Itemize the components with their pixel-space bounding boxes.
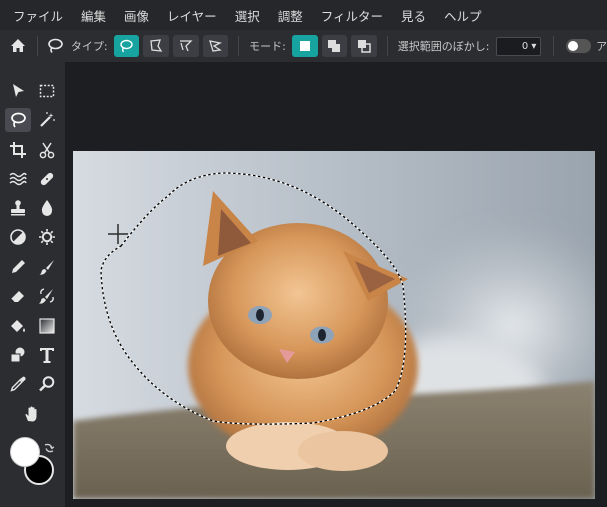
separator <box>553 36 555 56</box>
home-icon <box>11 39 26 52</box>
add-selection-icon <box>328 40 341 52</box>
half-circle-icon <box>10 229 26 245</box>
arrow-cursor-icon <box>13 84 24 97</box>
eyedropper-tool[interactable] <box>5 372 31 396</box>
type-polygon-button[interactable] <box>143 35 169 57</box>
brush-tool[interactable] <box>34 255 60 279</box>
swap-colors-icon[interactable] <box>42 441 56 455</box>
menu-image[interactable]: 画像 <box>124 6 149 25</box>
marquee-icon <box>39 84 55 98</box>
type-magnetic-button[interactable] <box>172 35 199 57</box>
magic-wand-tool[interactable] <box>34 108 60 132</box>
canvas[interactable] <box>73 151 595 499</box>
menu-edit[interactable]: 編集 <box>81 6 106 25</box>
menu-layer[interactable]: レイヤー <box>167 6 217 25</box>
text-icon <box>40 348 54 363</box>
hand-icon <box>25 406 37 422</box>
move-tool[interactable] <box>5 79 31 103</box>
scissors-icon <box>39 142 55 159</box>
mode-new-button[interactable] <box>291 35 318 57</box>
shape-tool[interactable] <box>5 343 31 367</box>
menu-select[interactable]: 選択 <box>235 6 260 25</box>
paint-bucket-icon <box>11 320 25 332</box>
bucket-tool[interactable] <box>5 314 31 338</box>
sponge-tool[interactable] <box>34 225 60 249</box>
polygon-lasso-icon <box>150 39 163 52</box>
menu-file[interactable]: ファイル <box>13 6 63 25</box>
mode-label: モード: <box>249 40 286 53</box>
anti-alias-toggle[interactable] <box>566 39 592 53</box>
hand-tool[interactable] <box>19 402 45 426</box>
droplet-icon <box>41 200 53 216</box>
workspace <box>65 62 607 507</box>
brush-icon <box>39 260 54 275</box>
magnetic-lasso-icon <box>179 40 193 52</box>
home-button[interactable] <box>8 35 29 57</box>
text-tool[interactable] <box>34 343 60 367</box>
separator <box>238 36 240 56</box>
separator <box>36 36 38 56</box>
menu-filter[interactable]: フィルター <box>321 6 383 25</box>
stamp-tool[interactable] <box>5 196 31 220</box>
crop-icon <box>10 142 26 158</box>
color-replace-tool[interactable] <box>34 284 60 308</box>
dodge-tool[interactable] <box>5 225 31 249</box>
pencil-icon <box>12 260 25 273</box>
pencil-tool[interactable] <box>5 255 31 279</box>
magic-wand-icon <box>40 112 55 127</box>
eyedropper-icon <box>10 376 26 392</box>
mode-add-button[interactable] <box>321 35 348 57</box>
marquee-tool[interactable] <box>34 79 60 103</box>
freehand-lasso-icon <box>120 39 134 53</box>
pen-lasso-icon <box>209 40 223 52</box>
scissors-tool[interactable] <box>34 138 60 162</box>
separator <box>386 36 388 56</box>
blur-tool[interactable] <box>34 196 60 220</box>
menu-adjust[interactable]: 調整 <box>278 6 303 25</box>
new-selection-icon <box>299 41 310 51</box>
subtract-selection-icon <box>358 40 371 53</box>
foreground-color-swatch[interactable] <box>10 437 40 467</box>
lasso-tool[interactable] <box>5 108 31 132</box>
type-freehand-button[interactable] <box>113 35 140 57</box>
mode-subtract-button[interactable] <box>351 35 377 57</box>
menu-help[interactable]: ヘルプ <box>444 6 482 25</box>
feather-input[interactable]: 0 ▾ <box>495 36 542 56</box>
stamp-icon <box>11 200 25 216</box>
current-tool-lasso-icon <box>46 36 65 56</box>
crop-tool[interactable] <box>5 138 31 162</box>
kitten-photo <box>73 151 595 499</box>
bandage-icon <box>40 172 54 186</box>
anti-alias-label: ア <box>596 40 607 53</box>
waves-icon <box>9 172 27 186</box>
shapes-icon <box>10 347 25 363</box>
zoom-tool[interactable] <box>34 372 60 396</box>
eraser-icon <box>10 291 24 303</box>
healing-tool[interactable] <box>34 167 60 191</box>
feather-label: 選択範囲のぼかし: <box>397 40 490 53</box>
options-bar: タイプ: モード: 選択範囲のぼかし: 0 ▾ ア <box>0 30 607 62</box>
gradient-icon <box>39 318 55 334</box>
type-label: タイプ: <box>70 40 108 53</box>
menu-view[interactable]: 見る <box>401 6 426 25</box>
brush-swap-icon <box>39 288 54 304</box>
gradient-tool[interactable] <box>34 314 60 338</box>
type-pen-button[interactable] <box>202 35 229 57</box>
liquify-tool[interactable] <box>5 167 31 191</box>
sun-icon <box>39 229 55 245</box>
eraser-tool[interactable] <box>5 284 31 308</box>
magnifier-icon <box>39 376 55 392</box>
tool-panel <box>0 62 65 507</box>
lasso-icon <box>11 112 26 128</box>
menu-bar: ファイル 編集 画像 レイヤー 選択 調整 フィルター 見る ヘルプ <box>0 0 607 30</box>
